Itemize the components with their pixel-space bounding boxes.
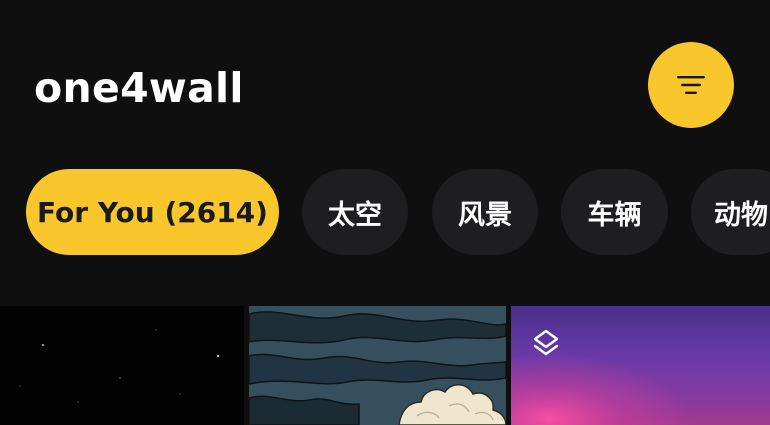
top-bar: one4wall [0,0,770,150]
chip-label: 风景 [458,199,512,231]
menu-button[interactable] [648,42,734,128]
menu-icon [677,74,705,96]
wallpaper-grid [0,306,770,425]
app-title: one4wall [34,64,244,112]
chip-for-you[interactable]: For You (2614) [26,169,279,255]
wallpaper-image [0,306,244,425]
wallpaper-image [511,306,770,425]
chip-label: 太空 [328,199,382,231]
wallpaper-tile-sunset[interactable] [511,306,770,425]
app-screen: one4wall For You (2614) 太空 风景 车辆 动物 [0,0,770,425]
chip-vehicles[interactable]: 车辆 [561,169,668,255]
wallpaper-tile-starry[interactable] [0,306,244,425]
chip-label: For You (2614) [37,195,268,229]
wallpaper-tile-clouds[interactable] [249,306,506,425]
layers-icon [531,328,561,358]
category-chips: For You (2614) 太空 风景 车辆 动物 [0,169,770,255]
wallpaper-image [249,306,506,425]
chip-landscape[interactable]: 风景 [432,169,538,255]
chip-animals[interactable]: 动物 [691,169,770,255]
chip-label: 车辆 [587,199,642,231]
chip-space[interactable]: 太空 [302,169,408,255]
chip-label: 动物 [714,199,768,231]
